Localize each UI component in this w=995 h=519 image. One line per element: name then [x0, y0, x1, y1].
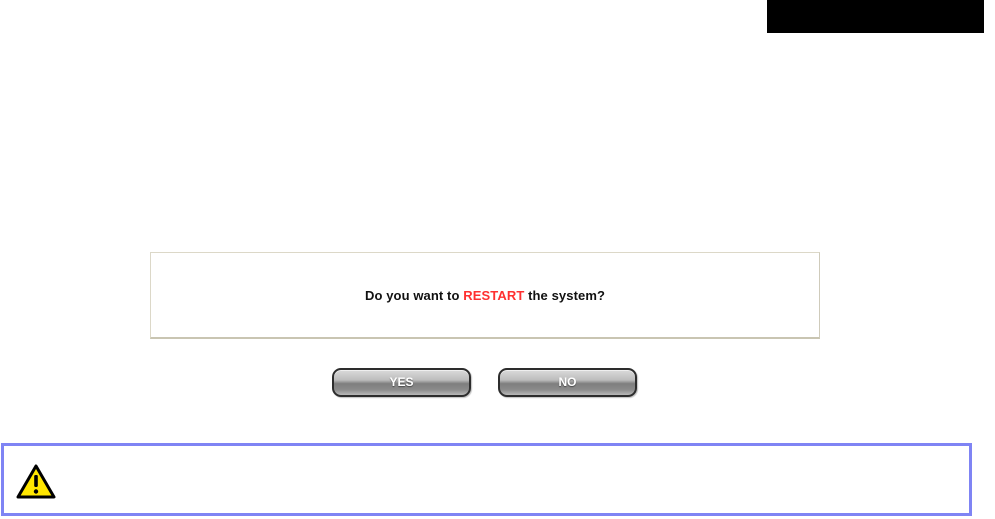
- no-button[interactable]: NO: [498, 368, 637, 397]
- yes-button[interactable]: YES: [332, 368, 471, 397]
- restart-page: Do you want to RESTART the system? YES N…: [0, 0, 995, 519]
- question-prefix: Do you want to: [364, 287, 460, 303]
- warning-triangle-icon: [16, 464, 56, 499]
- restart-confirmation-box: Do you want to RESTART the system?: [150, 252, 820, 339]
- header-black-block: [767, 0, 984, 33]
- warning-box: [1, 443, 972, 516]
- restart-question: Do you want to RESTART the system?: [365, 288, 605, 303]
- question-suffix: the system?: [528, 287, 606, 303]
- question-highlight: RESTART: [463, 287, 525, 303]
